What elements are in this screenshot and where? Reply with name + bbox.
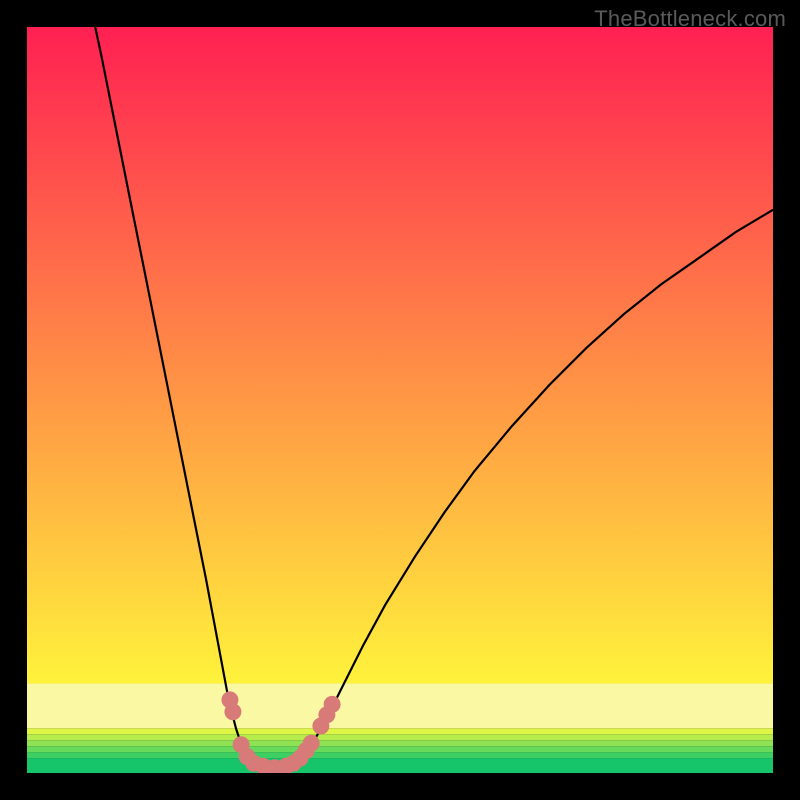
bg-band xyxy=(27,27,773,683)
bg-band xyxy=(27,734,773,740)
data-marker xyxy=(303,735,320,752)
watermark-text: TheBottleneck.com xyxy=(594,6,786,32)
data-marker xyxy=(224,703,241,720)
bg-band xyxy=(27,740,773,746)
bg-band xyxy=(27,758,773,773)
plot-area xyxy=(27,27,773,773)
bg-band xyxy=(27,683,773,728)
bg-band xyxy=(27,752,773,758)
chart-frame: TheBottleneck.com xyxy=(0,0,800,800)
data-marker xyxy=(324,696,341,713)
bg-band xyxy=(27,746,773,752)
bg-band xyxy=(27,728,773,734)
chart-svg xyxy=(27,27,773,773)
